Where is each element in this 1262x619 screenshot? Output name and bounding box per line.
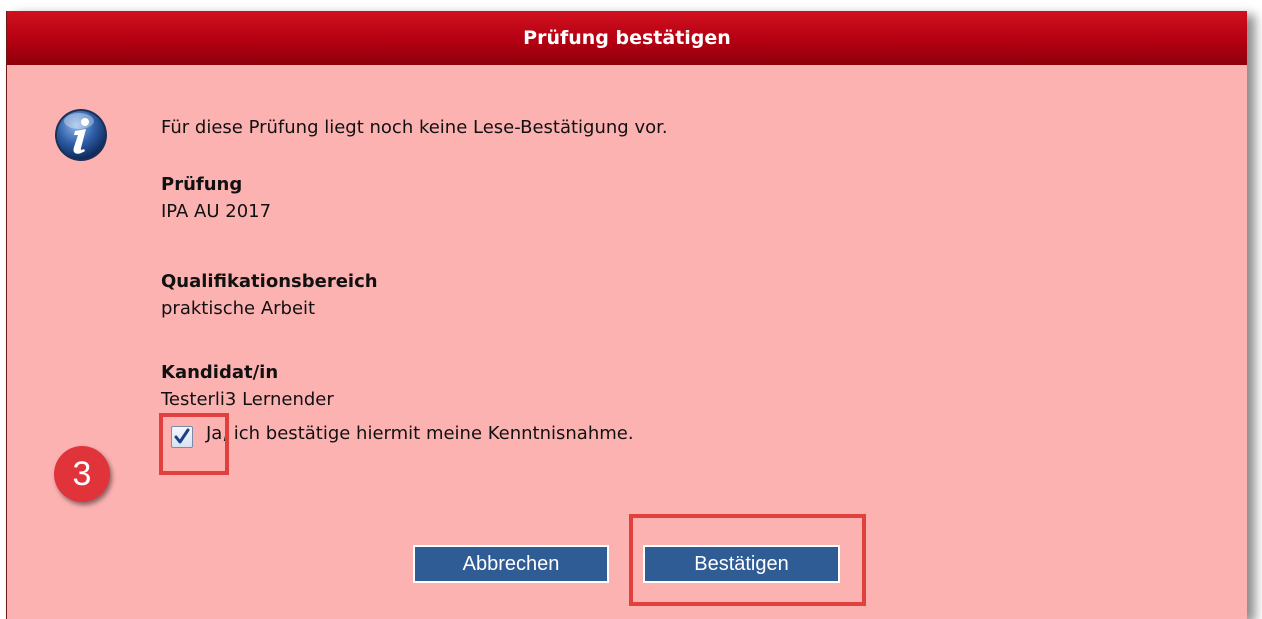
field-label-kandidat: Kandidat/in [161, 362, 279, 383]
field-value-pruefung: IPA AU 2017 [161, 201, 272, 222]
confirm-button-highlight-box [629, 514, 866, 606]
field-value-qualifikationsbereich: praktische Arbeit [161, 298, 316, 319]
confirm-checkbox-label[interactable]: Ja, ich bestätige hiermit meine Kenntnis… [206, 423, 634, 444]
dialog-title: Prüfung bestätigen [7, 11, 1247, 65]
field-label-pruefung: Prüfung [161, 174, 243, 195]
dialog-message: Für diese Prüfung liegt noch keine Lese-… [161, 117, 668, 138]
info-icon [55, 109, 107, 161]
confirm-dialog: Prüfung bestätigen Für diese Prüfung lie… [6, 11, 1247, 619]
checkbox-highlight-box [159, 413, 229, 475]
step-number-badge: 3 [54, 446, 110, 502]
cancel-button[interactable]: Abbrechen [413, 545, 609, 583]
field-label-qualifikationsbereich: Qualifikationsbereich [161, 271, 378, 292]
field-value-kandidat: Testerli3 Lernender [161, 389, 334, 410]
